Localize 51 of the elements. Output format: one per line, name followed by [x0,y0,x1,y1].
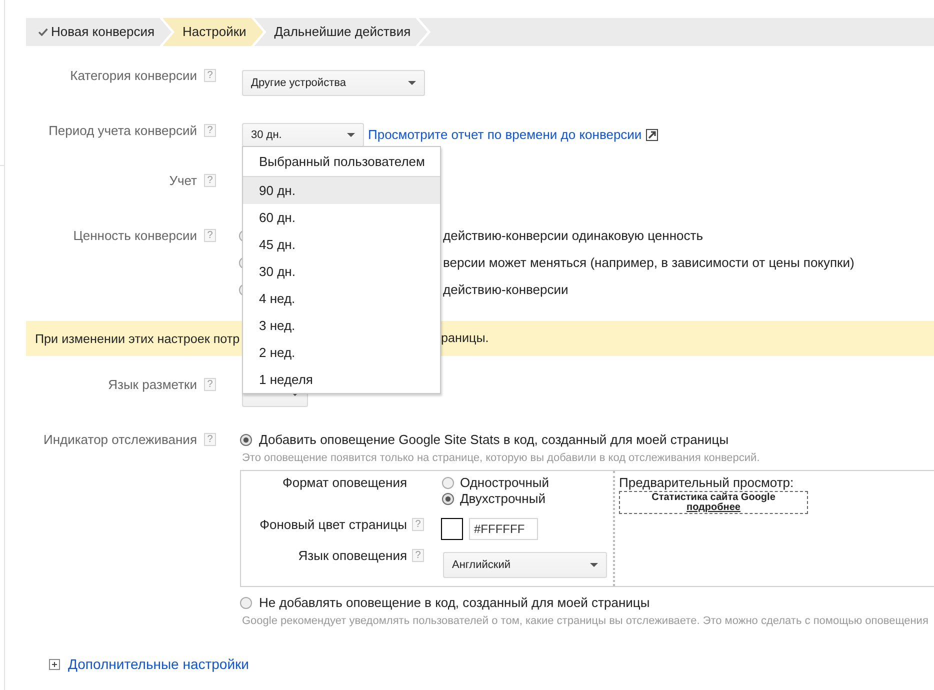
radio-button[interactable] [240,597,252,609]
dropdown-option[interactable]: 4 нед. [243,285,440,312]
period-select[interactable]: 30 дн. [242,123,364,147]
step-tab[interactable]: Новая конверсия [26,18,172,46]
field-label: Категория конверсии [70,68,197,84]
step-tab[interactable]: Дальнейшие действия [254,18,428,46]
expand-icon[interactable] [49,658,60,670]
step-tab[interactable]: Настройки [162,18,264,46]
radio-label: Не добавлять оповещение в код, созданный для моей страницы [259,594,650,612]
field-label: Период учета конверсий [48,123,197,139]
hint-text: Это оповещение появится только на странице, которую вы добавили в код отслеживания конверсий. [242,451,760,465]
hint-text: Google рекомендует уведомлять пользователей о том, какие страницы вы отслеживаете. Это можно сделать с помощью оповещения [242,614,928,628]
radio-label: версии может меняться (например, в зависимости от цены покупки) [443,254,854,272]
radio-label: Двухстрочный [460,490,546,508]
color-input[interactable]: #FFFFFF [469,518,538,540]
dropdown-option[interactable]: 45 дн. [243,231,440,258]
preview-title: Предварительный просмотр: [619,475,795,491]
caret-icon [590,563,598,567]
radio-button[interactable] [442,493,454,505]
report-link[interactable]: Просмотрите отчет по времени до конверсии [368,127,642,143]
dropdown-option[interactable]: 3 нед. [243,312,440,339]
external-link-icon [646,129,658,141]
radio-label: действию-конверсии одинаковую ценность [443,227,703,246]
dropdown-option[interactable]: 30 дн. [243,258,440,285]
field-label: Учет [169,173,197,189]
radio-label: Добавить оповещение Google Site Stats в код, созданный для моей страницы [259,431,729,450]
field-label: Ценность конверсии [73,228,197,244]
details-link[interactable]: подробнее [686,503,740,513]
field-label: Язык разметки [108,377,197,393]
field-label: Фоновый цвет страницы [258,517,407,533]
caret-icon [347,133,355,137]
warning-text: раницы. [441,330,489,348]
dropdown-option[interactable]: 90 дн. [243,177,440,204]
radio-label: действию-конверсии [443,281,568,300]
radio-button[interactable] [442,477,454,489]
dropdown-option[interactable]: 2 нед. [243,339,440,366]
dropdown-option[interactable]: 1 неделя [243,366,440,393]
caret-icon [408,81,416,85]
advanced-settings-link[interactable]: Дополнительные настройки [68,655,249,673]
field-label: Индикатор отслеживания [43,432,197,448]
dropdown-option[interactable]: Выбранный пользователем [243,147,440,177]
warning-text: При изменении этих настроек потр [35,332,240,346]
color-swatch[interactable] [441,518,463,540]
field-label: Формат оповещения [281,475,407,491]
preview-text: Статистика сайта Google [652,493,776,503]
language-select[interactable]: Английский [443,552,607,578]
category-select[interactable]: Другие устройства [242,70,425,96]
radio-button[interactable] [240,434,252,446]
radio-label: Однострочный [460,474,550,492]
dropdown-option[interactable]: 60 дн. [243,204,440,231]
field-label: Язык оповещения [297,548,407,564]
